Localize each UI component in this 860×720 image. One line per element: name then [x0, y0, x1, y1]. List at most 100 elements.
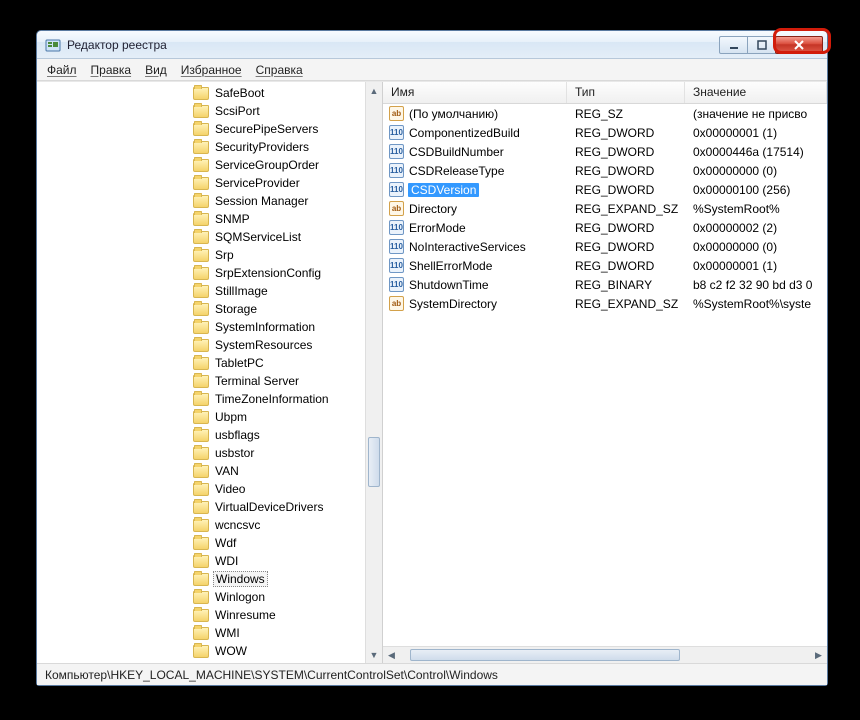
value-name: ShutdownTime — [408, 278, 490, 292]
column-type[interactable]: Тип — [567, 82, 685, 103]
value-type: REG_EXPAND_SZ — [567, 297, 685, 311]
tree-item-usbflags[interactable]: usbflags — [37, 426, 382, 444]
tree-item-winlogon[interactable]: Winlogon — [37, 588, 382, 606]
menubar: Файл Правка Вид Избранное Справка — [37, 59, 827, 81]
tree-item-snmp[interactable]: SNMP — [37, 210, 382, 228]
menu-favorites[interactable]: Избранное — [181, 63, 242, 77]
tree-item-storage[interactable]: Storage — [37, 300, 382, 318]
folder-icon — [193, 87, 209, 100]
value-row[interactable]: 110NoInteractiveServicesREG_DWORD0x00000… — [383, 237, 827, 256]
tree-item-safeboot[interactable]: SafeBoot — [37, 84, 382, 102]
titlebar[interactable]: Редактор реестра — [37, 31, 827, 59]
tree-item-label: SystemInformation — [213, 320, 317, 334]
value-row[interactable]: 110CSDReleaseTypeREG_DWORD0x00000000 (0) — [383, 161, 827, 180]
menu-edit[interactable]: Правка — [91, 63, 132, 77]
values-list[interactable]: ab(По умолчанию)REG_SZ(значение не присв… — [383, 104, 827, 313]
folder-icon — [193, 231, 209, 244]
minimize-button[interactable] — [719, 36, 748, 54]
value-name: Directory — [408, 202, 458, 216]
string-value-icon: ab — [389, 106, 404, 121]
folder-icon — [193, 285, 209, 298]
tree-item-van[interactable]: VAN — [37, 462, 382, 480]
tree-scrollbar[interactable]: ▲ ▼ — [365, 82, 382, 663]
tree-item-label: SQMServiceList — [213, 230, 303, 244]
tree-item-label: SystemResources — [213, 338, 314, 352]
value-data: 0x00000100 (256) — [685, 183, 827, 197]
folder-icon — [193, 267, 209, 280]
horizontal-scrollbar[interactable]: ◀ ▶ — [383, 646, 827, 663]
folder-icon — [193, 375, 209, 388]
folder-icon — [193, 105, 209, 118]
tree-item-systeminformation[interactable]: SystemInformation — [37, 318, 382, 336]
scroll-up-arrow-icon[interactable]: ▲ — [366, 82, 382, 99]
tree-item-windows[interactable]: Windows — [37, 570, 382, 588]
value-row[interactable]: 110ShellErrorModeREG_DWORD0x00000001 (1) — [383, 256, 827, 275]
hscroll-track[interactable] — [400, 647, 810, 663]
tree-item-sqmservicelist[interactable]: SQMServiceList — [37, 228, 382, 246]
tree-item-usbstor[interactable]: usbstor — [37, 444, 382, 462]
scroll-down-arrow-icon[interactable]: ▼ — [366, 646, 382, 663]
tree-item-label: Winresume — [213, 608, 278, 622]
menu-file[interactable]: Файл — [47, 63, 77, 77]
value-row[interactable]: abSystemDirectoryREG_EXPAND_SZ%SystemRoo… — [383, 294, 827, 313]
scroll-thumb[interactable] — [368, 437, 380, 487]
close-button[interactable] — [775, 36, 823, 54]
value-data: b8 c2 f2 32 90 bd d3 0 — [685, 278, 827, 292]
binary-value-icon: 110 — [389, 125, 404, 140]
tree-item-scsiport[interactable]: ScsiPort — [37, 102, 382, 120]
value-row[interactable]: abDirectoryREG_EXPAND_SZ%SystemRoot% — [383, 199, 827, 218]
hscroll-thumb[interactable] — [410, 649, 680, 661]
value-row[interactable]: 110CSDBuildNumberREG_DWORD0x0000446a (17… — [383, 142, 827, 161]
tree-item-tabletpc[interactable]: TabletPC — [37, 354, 382, 372]
tree-item-session-manager[interactable]: Session Manager — [37, 192, 382, 210]
folder-icon — [193, 501, 209, 514]
value-row[interactable]: ab(По умолчанию)REG_SZ(значение не присв… — [383, 104, 827, 123]
tree-item-virtualdevicedrivers[interactable]: VirtualDeviceDrivers — [37, 498, 382, 516]
tree-list[interactable]: SafeBootScsiPortSecurePipeServersSecurit… — [37, 82, 382, 662]
tree-pane: SafeBootScsiPortSecurePipeServersSecurit… — [37, 82, 383, 663]
tree-item-wdi[interactable]: WDI — [37, 552, 382, 570]
value-data: %SystemRoot% — [685, 202, 827, 216]
tree-item-video[interactable]: Video — [37, 480, 382, 498]
tree-item-securepipeservers[interactable]: SecurePipeServers — [37, 120, 382, 138]
maximize-button[interactable] — [747, 36, 776, 54]
tree-item-timezoneinformation[interactable]: TimeZoneInformation — [37, 390, 382, 408]
string-value-icon: ab — [389, 296, 404, 311]
folder-icon — [193, 411, 209, 424]
folder-icon — [193, 321, 209, 334]
value-name: CSDReleaseType — [408, 164, 505, 178]
maximize-icon — [757, 40, 767, 50]
tree-item-label: Ubpm — [213, 410, 249, 424]
value-row[interactable]: 110CSDVersionREG_DWORD0x00000100 (256) — [383, 180, 827, 199]
tree-item-wow[interactable]: WOW — [37, 642, 382, 660]
tree-item-label: usbstor — [213, 446, 256, 460]
tree-item-serviceprovider[interactable]: ServiceProvider — [37, 174, 382, 192]
value-type: REG_EXPAND_SZ — [567, 202, 685, 216]
tree-item-wdf[interactable]: Wdf — [37, 534, 382, 552]
tree-item-srp[interactable]: Srp — [37, 246, 382, 264]
menu-help[interactable]: Справка — [256, 63, 303, 77]
scroll-left-arrow-icon[interactable]: ◀ — [383, 650, 400, 661]
tree-item-systemresources[interactable]: SystemResources — [37, 336, 382, 354]
folder-icon — [193, 141, 209, 154]
tree-item-wcncsvc[interactable]: wcncsvc — [37, 516, 382, 534]
value-row[interactable]: 110ShutdownTimeREG_BINARYb8 c2 f2 32 90 … — [383, 275, 827, 294]
tree-item-wmi[interactable]: WMI — [37, 624, 382, 642]
column-name[interactable]: Имя — [383, 82, 567, 103]
menu-view[interactable]: Вид — [145, 63, 167, 77]
window-title: Редактор реестра — [67, 38, 720, 52]
tree-item-terminal-server[interactable]: Terminal Server — [37, 372, 382, 390]
scroll-right-arrow-icon[interactable]: ▶ — [810, 650, 827, 661]
value-row[interactable]: 110ComponentizedBuildREG_DWORD0x00000001… — [383, 123, 827, 142]
tree-item-ubpm[interactable]: Ubpm — [37, 408, 382, 426]
binary-value-icon: 110 — [389, 220, 404, 235]
tree-item-securityproviders[interactable]: SecurityProviders — [37, 138, 382, 156]
column-value[interactable]: Значение — [685, 82, 827, 103]
value-type: REG_DWORD — [567, 145, 685, 159]
tree-item-label: Session Manager — [213, 194, 310, 208]
tree-item-srpextensionconfig[interactable]: SrpExtensionConfig — [37, 264, 382, 282]
tree-item-servicegrouporder[interactable]: ServiceGroupOrder — [37, 156, 382, 174]
tree-item-winresume[interactable]: Winresume — [37, 606, 382, 624]
tree-item-stillimage[interactable]: StillImage — [37, 282, 382, 300]
value-row[interactable]: 110ErrorModeREG_DWORD0x00000002 (2) — [383, 218, 827, 237]
